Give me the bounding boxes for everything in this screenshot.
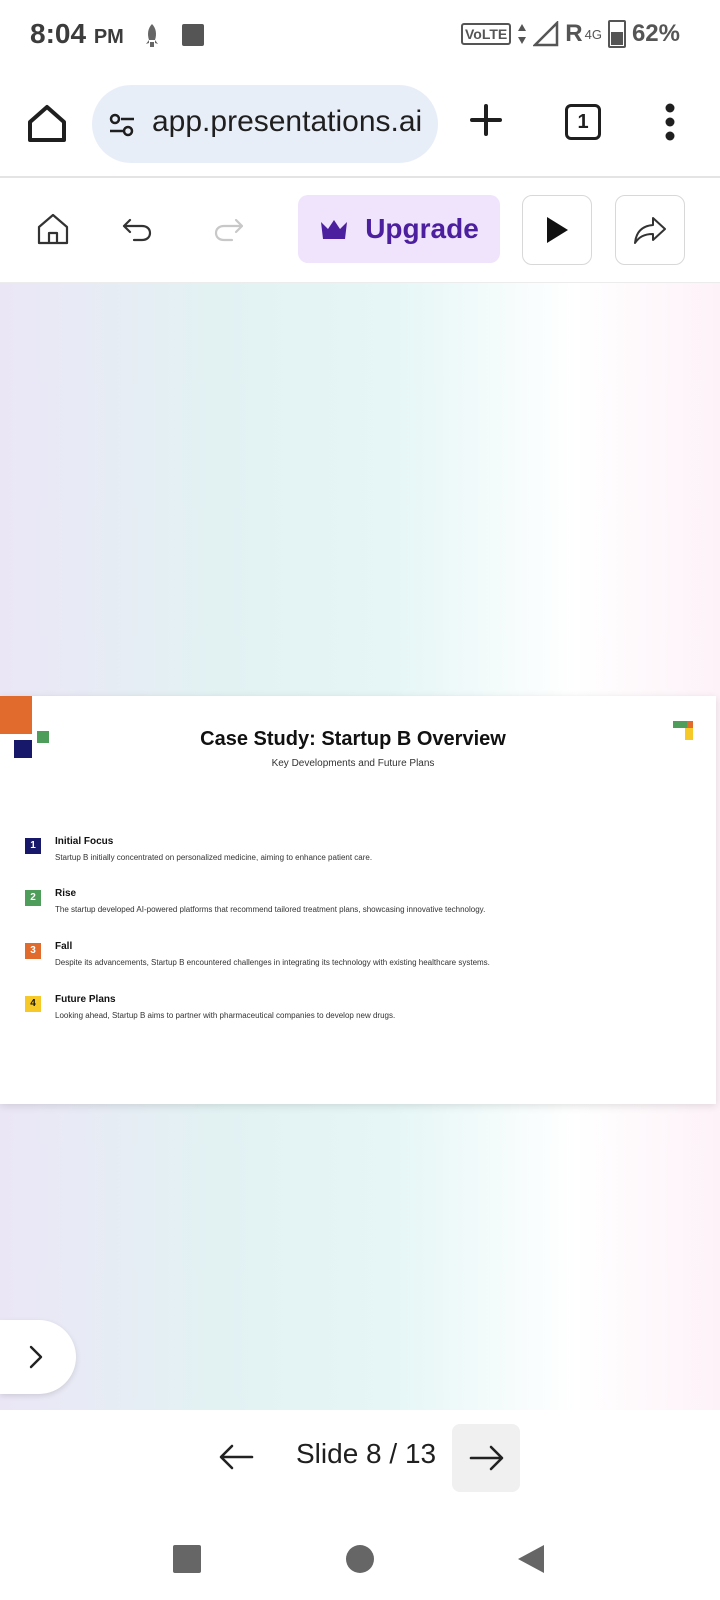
item-heading: Initial Focus bbox=[55, 836, 114, 847]
item-number-badge: 2 bbox=[25, 890, 41, 906]
battery-percent: 62% bbox=[631, 20, 680, 47]
network-gen: 4G bbox=[584, 26, 602, 42]
more-menu-icon[interactable] bbox=[664, 102, 676, 142]
list-item[interactable]: 1 Initial Focus Startup B initially conc… bbox=[25, 836, 705, 876]
home-nav-icon[interactable] bbox=[346, 1545, 374, 1573]
undo-icon[interactable] bbox=[118, 210, 156, 248]
slide-navigation: Slide 8 / 13 bbox=[0, 1410, 720, 1530]
data-arrows-icon bbox=[518, 24, 527, 44]
upgrade-label: Upgrade bbox=[365, 213, 479, 244]
item-number-badge: 3 bbox=[25, 943, 41, 959]
item-number-badge: 1 bbox=[25, 838, 41, 854]
app-toolbar: Upgrade bbox=[0, 178, 720, 283]
android-nav-bar bbox=[0, 1530, 720, 1600]
status-time: 8:04 PM bbox=[30, 18, 124, 50]
slide-panel-toggle[interactable] bbox=[0, 1320, 76, 1394]
upgrade-button[interactable]: Upgrade bbox=[298, 195, 500, 263]
slide-subtitle[interactable]: Key Developments and Future Plans bbox=[0, 758, 706, 769]
item-description: Startup B initially concentrated on pers… bbox=[55, 853, 373, 862]
rocket-icon bbox=[146, 24, 158, 47]
editor-canvas: Case Study: Startup B Overview Key Devel… bbox=[0, 283, 720, 1410]
list-item[interactable]: 4 Future Plans Looking ahead, Startup B … bbox=[25, 994, 705, 1034]
list-item[interactable]: 2 Rise The startup developed AI-powered … bbox=[25, 888, 705, 928]
slide-title[interactable]: Case Study: Startup B Overview bbox=[0, 728, 706, 751]
item-heading: Rise bbox=[55, 888, 77, 899]
item-description: Looking ahead, Startup B aims to partner… bbox=[55, 1011, 396, 1020]
slide[interactable]: Case Study: Startup B Overview Key Devel… bbox=[0, 696, 716, 1104]
tab-switcher-button[interactable]: 1 bbox=[565, 104, 601, 140]
status-bar: 8:04 PM VoLTE R 4G 62% bbox=[0, 0, 720, 72]
item-number-badge: 4 bbox=[25, 996, 41, 1012]
app-home-icon[interactable] bbox=[34, 210, 72, 248]
item-heading: Future Plans bbox=[55, 994, 116, 1005]
site-settings-icon[interactable] bbox=[106, 109, 138, 141]
next-slide-button[interactable] bbox=[452, 1424, 520, 1492]
share-arrow-icon bbox=[634, 217, 666, 244]
clock-ampm: PM bbox=[93, 26, 124, 48]
previous-slide-icon[interactable] bbox=[212, 1432, 262, 1482]
url-bar[interactable]: app.presentations.ai bbox=[92, 85, 438, 163]
status-icons: VoLTE R 4G 62% bbox=[461, 20, 680, 48]
redo-icon[interactable] bbox=[210, 210, 248, 248]
back-icon[interactable] bbox=[516, 1543, 546, 1575]
browser-home-icon[interactable] bbox=[26, 102, 68, 144]
url-text: app.presentations.ai bbox=[152, 105, 423, 138]
list-item[interactable]: 3 Fall Despite its advancements, Startup… bbox=[25, 941, 705, 981]
play-icon bbox=[547, 217, 568, 243]
battery-icon bbox=[607, 20, 626, 48]
slide-decoration bbox=[673, 721, 687, 728]
notification-square-icon bbox=[182, 24, 204, 46]
signal-icon bbox=[533, 21, 559, 47]
slide-decoration bbox=[687, 721, 693, 728]
present-button[interactable] bbox=[522, 195, 592, 265]
clock-time: 8:04 bbox=[30, 18, 87, 49]
share-button[interactable] bbox=[615, 195, 685, 265]
item-description: The startup developed AI-powered platfor… bbox=[55, 905, 486, 914]
item-heading: Fall bbox=[55, 941, 73, 952]
next-slide-icon bbox=[469, 1445, 504, 1471]
recents-icon[interactable] bbox=[173, 1545, 201, 1573]
browser-toolbar: app.presentations.ai 1 bbox=[0, 72, 720, 178]
crown-icon bbox=[321, 220, 348, 239]
roaming-indicator: R bbox=[565, 20, 583, 47]
chevron-right-icon bbox=[29, 1345, 43, 1369]
slide-counter: Slide 8 / 13 bbox=[296, 1438, 437, 1469]
new-tab-icon[interactable] bbox=[468, 102, 504, 138]
item-description: Despite its advancements, Startup B enco… bbox=[55, 958, 490, 967]
volte-badge: VoLTE bbox=[461, 23, 512, 45]
